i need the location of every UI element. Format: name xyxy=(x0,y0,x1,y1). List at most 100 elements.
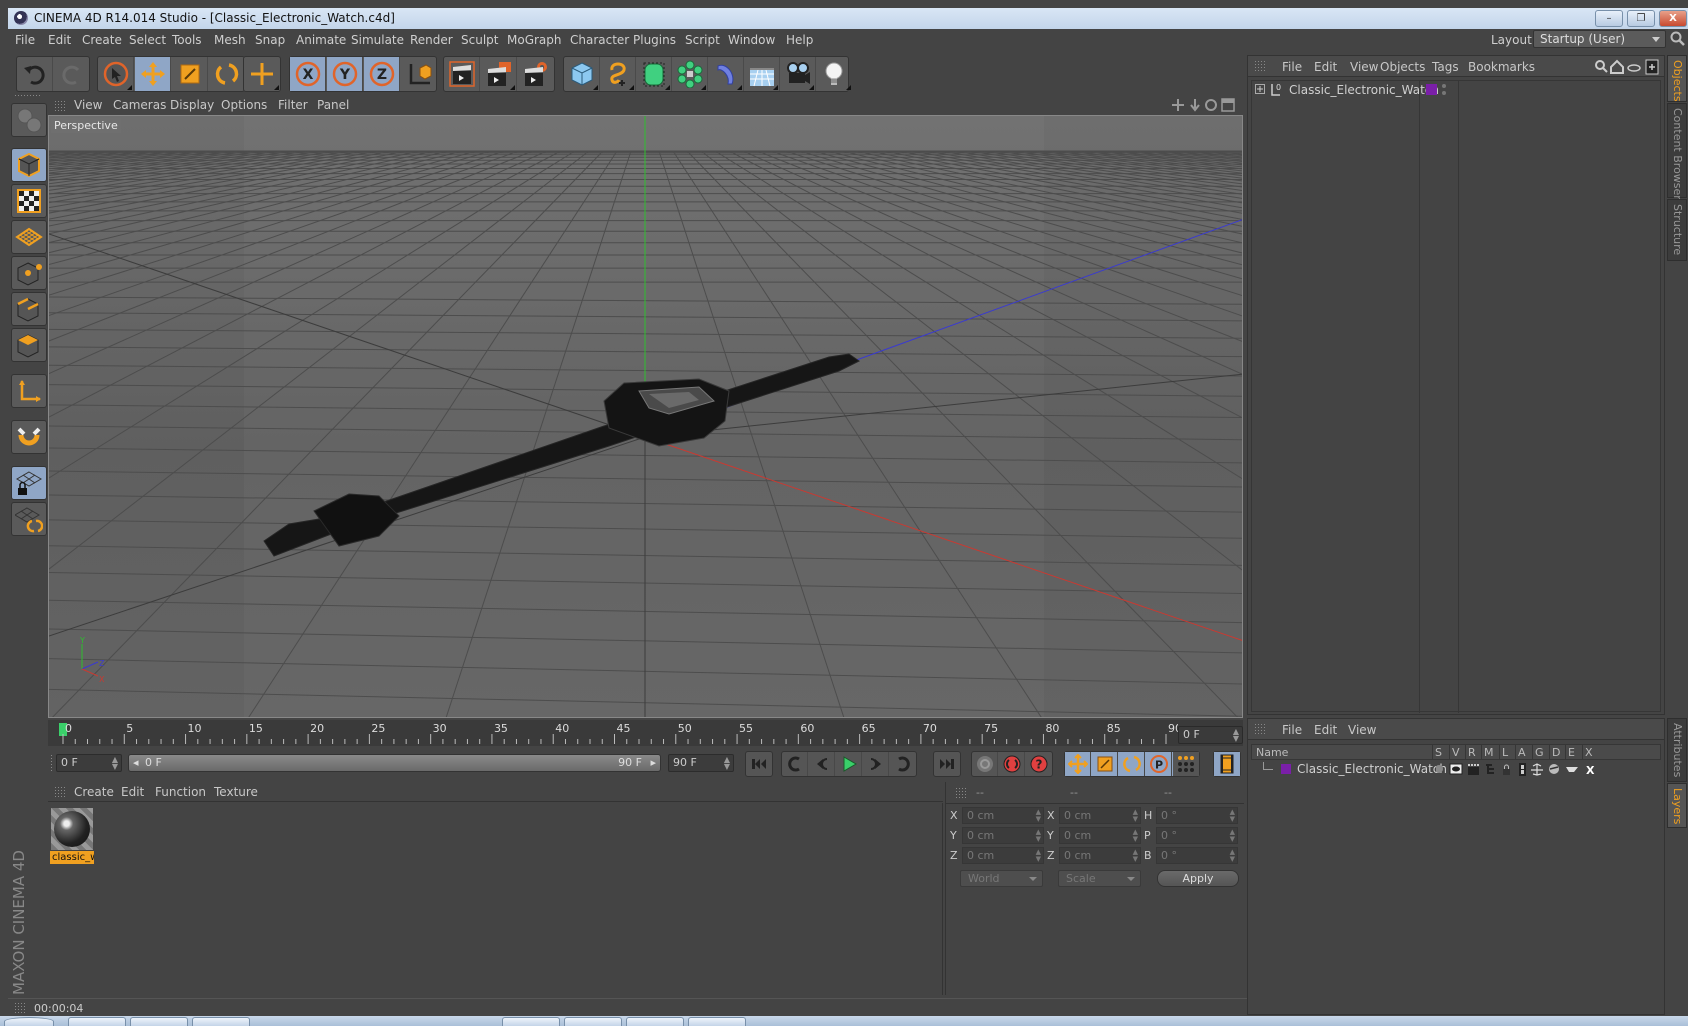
size-mode-dropdown[interactable]: Scale xyxy=(1058,870,1141,887)
expressions-icon[interactable] xyxy=(1566,767,1578,772)
redo-button[interactable] xyxy=(54,57,90,91)
position-z-field[interactable]: 0 cm ▲ ▼ xyxy=(962,847,1044,864)
locked-workplane-button[interactable] xyxy=(11,466,47,500)
timeline-ruler[interactable]: 0 5 10 15 20 25 30 35 40 45 50 55 60 65 70 75 80 85 90 xyxy=(48,720,1243,746)
column-divider[interactable] xyxy=(1449,745,1450,759)
taskbar-app-button[interactable] xyxy=(564,1017,622,1026)
size-y-field[interactable]: 0 cm ▲ ▼ xyxy=(1059,827,1141,844)
position-y-field[interactable]: 0 cm ▲ ▼ xyxy=(962,827,1044,844)
coordinate-system-button[interactable] xyxy=(401,57,437,91)
viewport-menu-options[interactable]: Options xyxy=(221,98,267,112)
keyframe-selection-button[interactable]: ? xyxy=(1026,752,1052,776)
search-icon[interactable] xyxy=(1670,31,1686,47)
menu-sculpt[interactable]: Sculpt xyxy=(461,33,498,47)
panel-grip-handle[interactable] xyxy=(1254,723,1266,735)
layer-column-m[interactable]: M xyxy=(1484,746,1494,759)
render-to-picture-viewer-button[interactable] xyxy=(481,57,517,91)
object-menu-file[interactable]: File xyxy=(1282,60,1302,74)
menu-mesh[interactable]: Mesh xyxy=(214,33,246,47)
material-menu-create[interactable]: Create xyxy=(74,785,114,799)
manager-hierarchy-icon[interactable] xyxy=(1486,764,1494,774)
tab-structure[interactable]: Structure xyxy=(1667,199,1687,261)
floor-object-button[interactable] xyxy=(744,57,780,91)
spinner-arrows-icon[interactable]: ▲ ▼ xyxy=(1230,829,1235,843)
next-key-button[interactable] xyxy=(890,752,916,776)
column-divider[interactable] xyxy=(1465,745,1466,759)
rotation-h-field[interactable]: 0 ° ▲ ▼ xyxy=(1156,807,1238,824)
spinner-arrows-icon[interactable]: ▲ ▼ xyxy=(1036,829,1041,843)
taskbar-app-button[interactable] xyxy=(130,1017,188,1026)
timeline-layout-button[interactable] xyxy=(1214,752,1240,776)
spinner-arrows-icon[interactable]: ▲ ▼ xyxy=(112,756,118,771)
go-to-end-button[interactable] xyxy=(934,752,960,776)
previous-frame-button[interactable] xyxy=(809,752,835,776)
tab-objects[interactable]: Objects xyxy=(1667,55,1687,102)
current-frame-field[interactable]: 0 F ▲ ▼ xyxy=(1178,726,1243,744)
material-menu-edit[interactable]: Edit xyxy=(121,785,144,799)
pla-key-button[interactable] xyxy=(1173,752,1199,776)
taskbar-app-button[interactable] xyxy=(68,1017,126,1026)
3d-viewport[interactable]: Y Z X Perspective xyxy=(48,115,1243,718)
go-to-start-button[interactable] xyxy=(746,752,772,776)
column-divider[interactable] xyxy=(1549,745,1550,759)
layout-dropdown[interactable]: Startup (User) xyxy=(1533,30,1666,48)
panel-grip-handle[interactable] xyxy=(54,786,66,798)
spinner-arrows-icon[interactable]: ▲ ▼ xyxy=(724,756,730,771)
menu-render[interactable]: Render xyxy=(410,33,453,47)
object-menu-tags[interactable]: Tags xyxy=(1432,60,1459,74)
menu-edit[interactable]: Edit xyxy=(48,33,71,47)
object-menu-edit[interactable]: Edit xyxy=(1314,60,1337,74)
layer-column-a[interactable]: A xyxy=(1518,746,1526,759)
move-button[interactable] xyxy=(135,57,171,91)
autokeying-button[interactable] xyxy=(999,752,1025,776)
layer-column-r[interactable]: R xyxy=(1468,746,1476,759)
layer-color-swatch[interactable] xyxy=(1281,764,1291,774)
column-divider[interactable] xyxy=(1532,745,1533,759)
menu-create[interactable]: Create xyxy=(82,33,122,47)
spline-object-button[interactable] xyxy=(600,57,636,91)
eye-toggle-icon[interactable] xyxy=(1627,64,1641,72)
spinner-arrows-icon[interactable]: ▲ ▼ xyxy=(1230,809,1235,823)
viewport-menu-cameras[interactable]: Cameras xyxy=(113,98,166,112)
axis-mode-button[interactable] xyxy=(11,374,47,408)
spinner-arrows-icon[interactable]: ▲ ▼ xyxy=(1036,849,1041,863)
start-frame-field[interactable]: 0 F ▲ ▼ xyxy=(56,754,122,772)
panel-grip-handle[interactable] xyxy=(1254,60,1266,72)
new-window-icon[interactable] xyxy=(1645,59,1659,75)
menu-simulate[interactable]: Simulate xyxy=(351,33,404,47)
menu-window[interactable]: Window xyxy=(728,33,775,47)
menu-plugins[interactable]: Plugins xyxy=(633,33,676,47)
spinner-arrows-icon[interactable]: ▲ ▼ xyxy=(1036,809,1041,823)
y-axis-lock-button[interactable]: Y xyxy=(327,57,363,91)
layer-column-x[interactable]: X xyxy=(1585,746,1593,759)
layer-column-l[interactable]: L xyxy=(1502,746,1508,759)
points-mode-button[interactable] xyxy=(11,256,47,290)
menu-select[interactable]: Select xyxy=(129,33,166,47)
recent-tool-button[interactable] xyxy=(244,57,280,91)
rotate-key-button[interactable] xyxy=(1119,752,1145,776)
edges-mode-button[interactable] xyxy=(11,292,47,326)
render-view-button[interactable] xyxy=(444,57,480,91)
home-icon[interactable] xyxy=(1610,59,1624,74)
render-visibility-dot-icon[interactable] xyxy=(1442,91,1446,95)
layer-menu-edit[interactable]: Edit xyxy=(1314,723,1337,737)
taskbar-app-button[interactable] xyxy=(626,1017,684,1026)
scale-button[interactable] xyxy=(172,57,208,91)
object-menu-bookmarks[interactable]: Bookmarks xyxy=(1468,60,1535,74)
polygons-mode-button[interactable] xyxy=(11,328,47,362)
material-menu-texture[interactable]: Texture xyxy=(214,785,258,799)
move-key-button[interactable] xyxy=(1065,752,1091,776)
column-divider[interactable] xyxy=(1481,745,1482,759)
menu-mograph[interactable]: MoGraph xyxy=(507,33,562,47)
frame-range-slider[interactable]: ◂ 0 F 90 F ▸ xyxy=(128,754,661,772)
layer-column-name[interactable]: Name xyxy=(1256,746,1288,759)
object-menu-objects[interactable]: Objects xyxy=(1380,60,1425,74)
menu-help[interactable]: Help xyxy=(786,33,813,47)
panel-grip-handle[interactable] xyxy=(955,787,967,799)
planar-workplane-button[interactable] xyxy=(11,502,47,536)
generators-icon[interactable] xyxy=(1531,763,1543,776)
snapping-button[interactable] xyxy=(11,420,47,454)
camera-object-button[interactable] xyxy=(780,57,816,91)
taskbar-app-button[interactable] xyxy=(688,1017,746,1026)
previous-key-button[interactable] xyxy=(782,752,808,776)
